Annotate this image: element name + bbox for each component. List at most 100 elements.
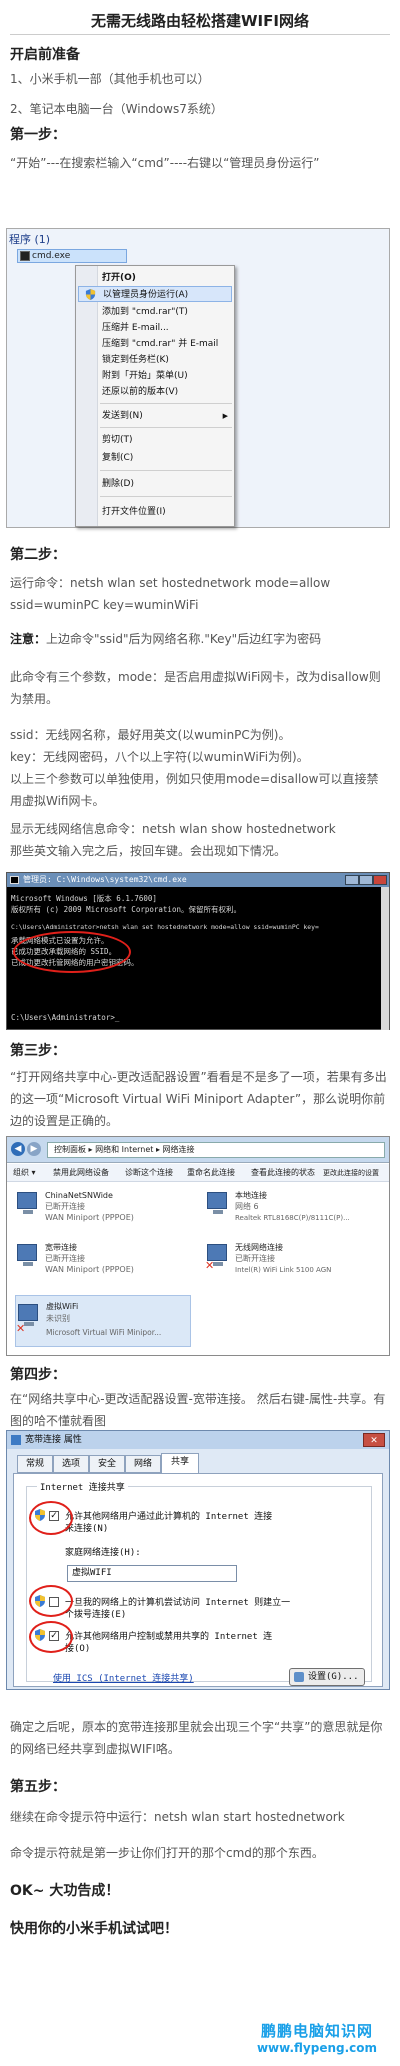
adapter-status: 已断开连接 (45, 1254, 85, 1263)
cmd-line: C:\Users\Administrator>_ (11, 1013, 120, 1022)
menu-item-pin-taskbar[interactable]: 锁定到任务栏(K) (102, 352, 232, 368)
maximize-icon[interactable] (359, 875, 373, 885)
ics-help-link[interactable]: 使用 ICS (Internet 连接共享) (53, 1671, 194, 1684)
cmd-icon (10, 876, 19, 884)
explorer-address-bar: ◀ ▶ 控制面板 ▸ 网络和 Internet ▸ 网络连接 (7, 1137, 389, 1163)
step2-single: 以上三个参数可以单独使用，例如只使用mode=disallow可以直接禁用虚拟W… (10, 772, 379, 808)
watermark-name: 鹏鹏电脑知识网 (260, 2022, 373, 2040)
explorer-toolbar: 组织 ▾ 禁用此网络设备 诊断这个连接 重命名此连接 查看此连接的状态 更改此连… (7, 1164, 389, 1182)
toolbar-organize[interactable]: 组织 ▾ (13, 1167, 36, 1178)
dialog-title: 宽带连接 属性 (25, 1435, 82, 1445)
step2-key: key：无线网密码，八个以上字符(以wuminWiFi为例)。 (10, 750, 309, 764)
home-network-select[interactable]: 虚拟WIFI (67, 1565, 237, 1582)
tab-options[interactable]: 选项 (53, 1455, 89, 1473)
tab-general[interactable]: 常规 (17, 1455, 53, 1473)
toolbar-diagnose[interactable]: 诊断这个连接 (125, 1167, 173, 1178)
step5-cmd-note: 命令提示符就是第一步让你们打开的那个cmd的那个东西。 (10, 1846, 324, 1860)
cmd-file-item[interactable]: cmd.exe (17, 249, 127, 263)
menu-separator (100, 403, 232, 404)
menu-item-delete[interactable]: 删除(D) (102, 476, 232, 492)
adapter-status: 已断开连接 (45, 1202, 85, 1211)
menu-separator (100, 427, 232, 428)
settings-button[interactable]: 设置(G)... (289, 1668, 365, 1686)
close-icon[interactable]: ✕ (363, 1433, 385, 1447)
tab-network[interactable]: 网络 (125, 1455, 161, 1473)
disconnected-icon: ✕ (16, 1322, 26, 1335)
toolbar-view-status[interactable]: 查看此连接的状态 (251, 1167, 315, 1178)
adapter-status: 未识别 (46, 1314, 70, 1323)
properties-dialog-screenshot: 宽带连接 属性 ✕ 常规 选项 安全 网络 共享 Internet 连接共享 ✓… (6, 1430, 390, 1690)
highlight-circle (29, 1621, 73, 1653)
step4-heading: 第四步： (10, 1367, 66, 1383)
close-icon[interactable] (373, 875, 387, 885)
step3-heading: 第三步： (10, 1043, 66, 1059)
note-label: 注意： (10, 632, 47, 646)
prep-item: 1、小米手机一部（其他手机也可以） (10, 72, 210, 86)
adapter-item[interactable]: ✕ 无线网络连接 已断开连接 Intel(R) WiFi Link 5100 A… (205, 1241, 385, 1281)
adapter-item[interactable]: 本地连接 网络 6 Realtek RTL8168C(P)/8111C(P)..… (205, 1189, 385, 1229)
highlight-circle (29, 1501, 73, 1535)
cmd-title: 管理员: C:\Windows\system32\cmd.exe (23, 875, 187, 884)
adapter-item[interactable]: ChinaNetSNWide 已断开连接 WAN Miniport (PPPOE… (15, 1189, 195, 1229)
cmd-file-label: cmd.exe (32, 251, 71, 261)
menu-item-cut[interactable]: 剪切(T) (102, 432, 232, 448)
submenu-arrow-icon: ▶ (222, 412, 228, 420)
adapter-name: 虚拟WiFi (46, 1302, 79, 1311)
menu-item-label: 发送到(N) (102, 411, 143, 421)
adapter-item-virtual-wifi[interactable]: ✕ 虚拟WiFi 未识别 Microsoft Virtual WiFi Mini… (15, 1295, 191, 1347)
adapter-status: 网络 6 (235, 1202, 259, 1211)
tab-sharing[interactable]: 共享 (161, 1453, 199, 1474)
adapter-item[interactable]: 宽带连接 已断开连接 WAN Miniport (PPPOE) (15, 1241, 195, 1281)
step5-text: 继续在命令提示符中运行：netsh wlan start hostednetwo… (10, 1810, 345, 1824)
cmd-file-icon (20, 251, 30, 261)
back-icon[interactable]: ◀ (11, 1142, 25, 1156)
cmd-scrollbar[interactable] (381, 887, 389, 1030)
step1-heading: 第一步： (10, 127, 66, 143)
menu-item-open[interactable]: 打开(O) (102, 270, 232, 286)
step5-heading: 第五步： (10, 1779, 66, 1795)
menu-item-copy[interactable]: 复制(C) (102, 450, 232, 466)
cmd-line: 版权所有 (c) 2009 Microsoft Corporation。保留所有… (11, 905, 241, 914)
article: 无需无线路由轻松搭建WIFI网络 开启前准备 1、小米手机一部（其他手机也可以）… (0, 0, 400, 2066)
menu-item-run-as-admin[interactable]: 以管理员身份运行(A) (78, 286, 232, 302)
network-adapter-icon (17, 1192, 37, 1214)
connection-icon (11, 1435, 21, 1445)
watermark-url: www.flypeng.com (256, 2041, 378, 2055)
adapter-name: 本地连接 (235, 1191, 267, 1200)
forward-icon[interactable]: ▶ (27, 1142, 41, 1156)
dialog-titlebar: 宽带连接 属性 ✕ (7, 1431, 389, 1449)
group-title: Internet 连接共享 (37, 1480, 128, 1493)
cmd-titlebar: 管理员: C:\Windows\system32\cmd.exe (7, 873, 389, 887)
after-text: 确定之后呢，原本的宽带连接那里就会出现三个字“共享”的意思就是你的网络已经共享到… (10, 1720, 383, 1756)
window-controls (345, 875, 387, 885)
adapter-name: 无线网络连接 (235, 1243, 283, 1252)
menu-item-compress-rar-email[interactable]: 压缩到 "cmd.rar" 并 E-mail (102, 336, 232, 352)
context-menu: 打开(O) 以管理员身份运行(A) 添加到 "cmd.rar"(T) 压缩并 E… (75, 265, 235, 527)
adapter-status: 已断开连接 (235, 1254, 275, 1263)
prep-heading: 开启前准备 (10, 47, 80, 63)
ics-group: Internet 连接共享 ✓ 允许其他网络用户通过此计算机的 Internet… (26, 1480, 372, 1686)
dialog-body: Internet 连接共享 ✓ 允许其他网络用户通过此计算机的 Internet… (13, 1473, 383, 1687)
step2-ssid: ssid：无线网名称，最好用英文(以wuminPC为例)。 (10, 728, 291, 742)
cmd-line: C:\Users\Administrator>netsh wlan set ho… (11, 923, 319, 931)
allow-control-label: 允许其他网络用户控制或禁用共享的 Internet 连 (65, 1632, 273, 1642)
menu-item-pin-start[interactable]: 附到「开始」菜单(U) (102, 368, 232, 384)
address-input[interactable]: 控制面板 ▸ 网络和 Internet ▸ 网络连接 (47, 1142, 385, 1158)
adapter-name: 宽带连接 (45, 1243, 77, 1252)
step1-text: “开始”---在搜索栏输入“cmd”----右键以“管理员身份运行” (10, 156, 320, 170)
tab-security[interactable]: 安全 (89, 1455, 125, 1473)
step2-show-command: 显示无线网络信息命令：netsh wlan show hostednetwork (10, 822, 336, 836)
menu-item-label: 以管理员身份运行(A) (103, 290, 189, 300)
menu-item-open-location[interactable]: 打开文件位置(I) (102, 504, 232, 520)
adapter-device: Realtek RTL8168C(P)/8111C(P)... (235, 1214, 350, 1222)
toolbar-change-settings[interactable]: 更改此连接的设置 (323, 1168, 379, 1178)
minimize-icon[interactable] (345, 875, 359, 885)
menu-item-add-rar[interactable]: 添加到 "cmd.rar"(T) (102, 304, 232, 320)
done-text: OK~ 大功告成！ (10, 1883, 120, 1899)
menu-item-compress-email[interactable]: 压缩并 E-mail... (102, 320, 232, 336)
menu-item-restore-versions[interactable]: 还原以前的版本(V) (102, 384, 232, 400)
menu-item-send-to[interactable]: 发送到(N) ▶ (102, 408, 232, 424)
toolbar-rename[interactable]: 重命名此连接 (187, 1167, 235, 1178)
step2-note: 注意：上边命令"ssid"后为网络名称."Key"后边红字为密码 (10, 628, 390, 650)
toolbar-disable[interactable]: 禁用此网络设备 (53, 1167, 109, 1178)
